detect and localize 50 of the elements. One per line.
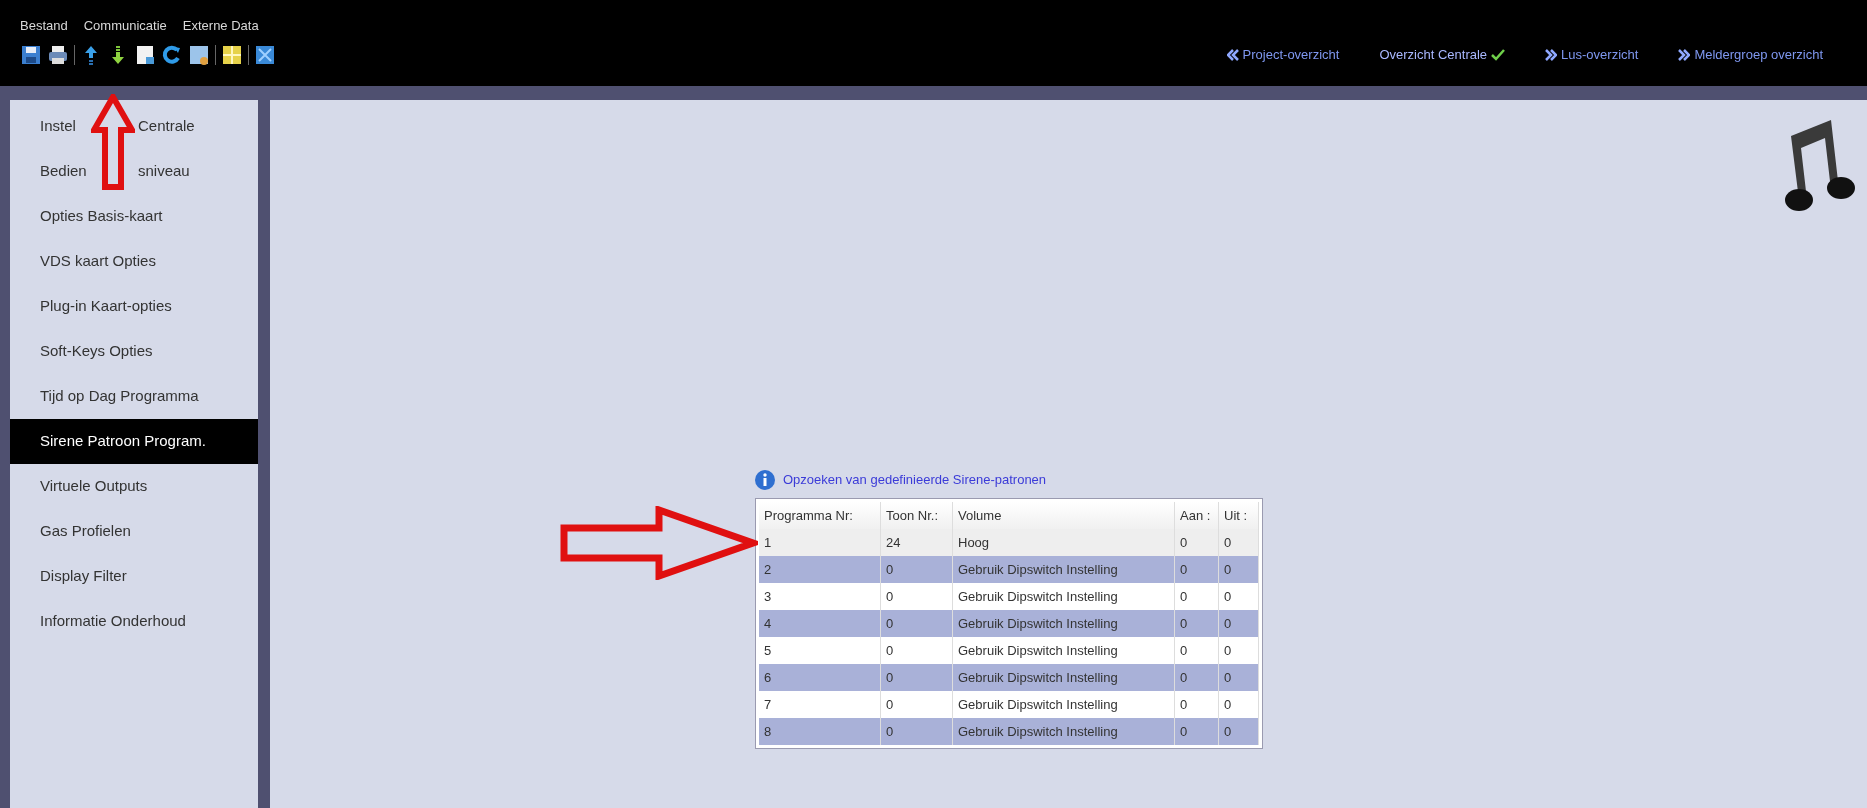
image-icon[interactable] (188, 43, 210, 66)
table-cell: 0 (1175, 718, 1219, 745)
sidebar-item-text: sniveau (138, 161, 190, 182)
sidebar-item[interactable]: Tijd op Dag Programma (10, 374, 258, 419)
nav-link[interactable]: Project-overzicht (1226, 44, 1340, 65)
table-row[interactable]: 1 24 Hoog 0 0 (759, 529, 1259, 556)
refresh-icon[interactable] (161, 43, 183, 66)
table-row[interactable]: 4 0 Gebruik Dipswitch Instelling 0 0 (759, 610, 1259, 637)
double-left-icon (1226, 48, 1239, 61)
table-row[interactable]: 2 0 Gebruik Dipswitch Instelling 0 0 (759, 556, 1259, 583)
save-icon[interactable] (20, 43, 42, 66)
sidebar-item[interactable]: Informatie Onderhoud (10, 599, 258, 644)
table-cell: 8 (759, 718, 881, 745)
lookup-link[interactable]: Opzoeken van gedefinieerde Sirene-patronen (755, 470, 1047, 490)
menu-item[interactable]: Externe Data (182, 16, 259, 36)
printer-icon[interactable] (47, 43, 69, 66)
table-cell: 0 (1219, 718, 1259, 745)
nav-link[interactable]: Meldergroep overzicht (1678, 44, 1823, 65)
check-icon (1491, 48, 1506, 61)
double-right-icon (1545, 48, 1558, 61)
nav-link[interactable]: Overzicht Centrale (1379, 44, 1506, 65)
sidebar-item[interactable]: Bedien sniveau (10, 149, 258, 194)
menu-item[interactable]: Bestand (20, 16, 68, 36)
sidebar-item[interactable]: Opties Basis-kaart (10, 194, 258, 239)
sidebar-item[interactable]: Instel Centrale (10, 104, 258, 149)
sidebar-item-text: Bedien (40, 161, 87, 182)
column-header[interactable]: Aan : (1175, 502, 1219, 529)
sidebar-item[interactable]: Soft-Keys Opties (10, 329, 258, 374)
sidebar-item[interactable]: Gas Profielen (10, 509, 258, 554)
table-cell: Gebruik Dipswitch Instelling (953, 718, 1175, 745)
column-header[interactable]: Volume (953, 502, 1175, 529)
column-header[interactable]: Programma Nr: (759, 502, 881, 529)
sidebar-item[interactable]: Plug-in Kaart-opties (10, 284, 258, 329)
double-right-icon (1678, 48, 1691, 61)
grid-icon[interactable] (221, 43, 243, 66)
table-cell: 0 (881, 718, 953, 745)
info-icon (755, 470, 775, 490)
sidebar-item[interactable]: Display Filter (10, 554, 258, 599)
column-header[interactable]: Uit : (1219, 502, 1259, 529)
sidebar-item[interactable]: Sirene Patroon Program. (10, 419, 258, 464)
sidebar-item-text: Instel (40, 116, 76, 137)
sidebar-item[interactable]: Virtuele Outputs (10, 464, 258, 509)
document-icon[interactable] (134, 43, 156, 66)
sidebar-item[interactable]: VDS kaart Opties (10, 239, 258, 284)
menu-item[interactable]: Communicatie (83, 16, 167, 36)
column-header[interactable]: Toon Nr.: (881, 502, 953, 529)
table-row[interactable]: 8 0 Gebruik Dipswitch Instelling 0 0 (759, 718, 1259, 745)
nav-link[interactable]: Lus-overzicht (1545, 44, 1639, 65)
table-row[interactable]: 6 0 Gebruik Dipswitch Instelling 0 0 (759, 664, 1259, 691)
sidebar-item-text: Centrale (138, 116, 195, 137)
